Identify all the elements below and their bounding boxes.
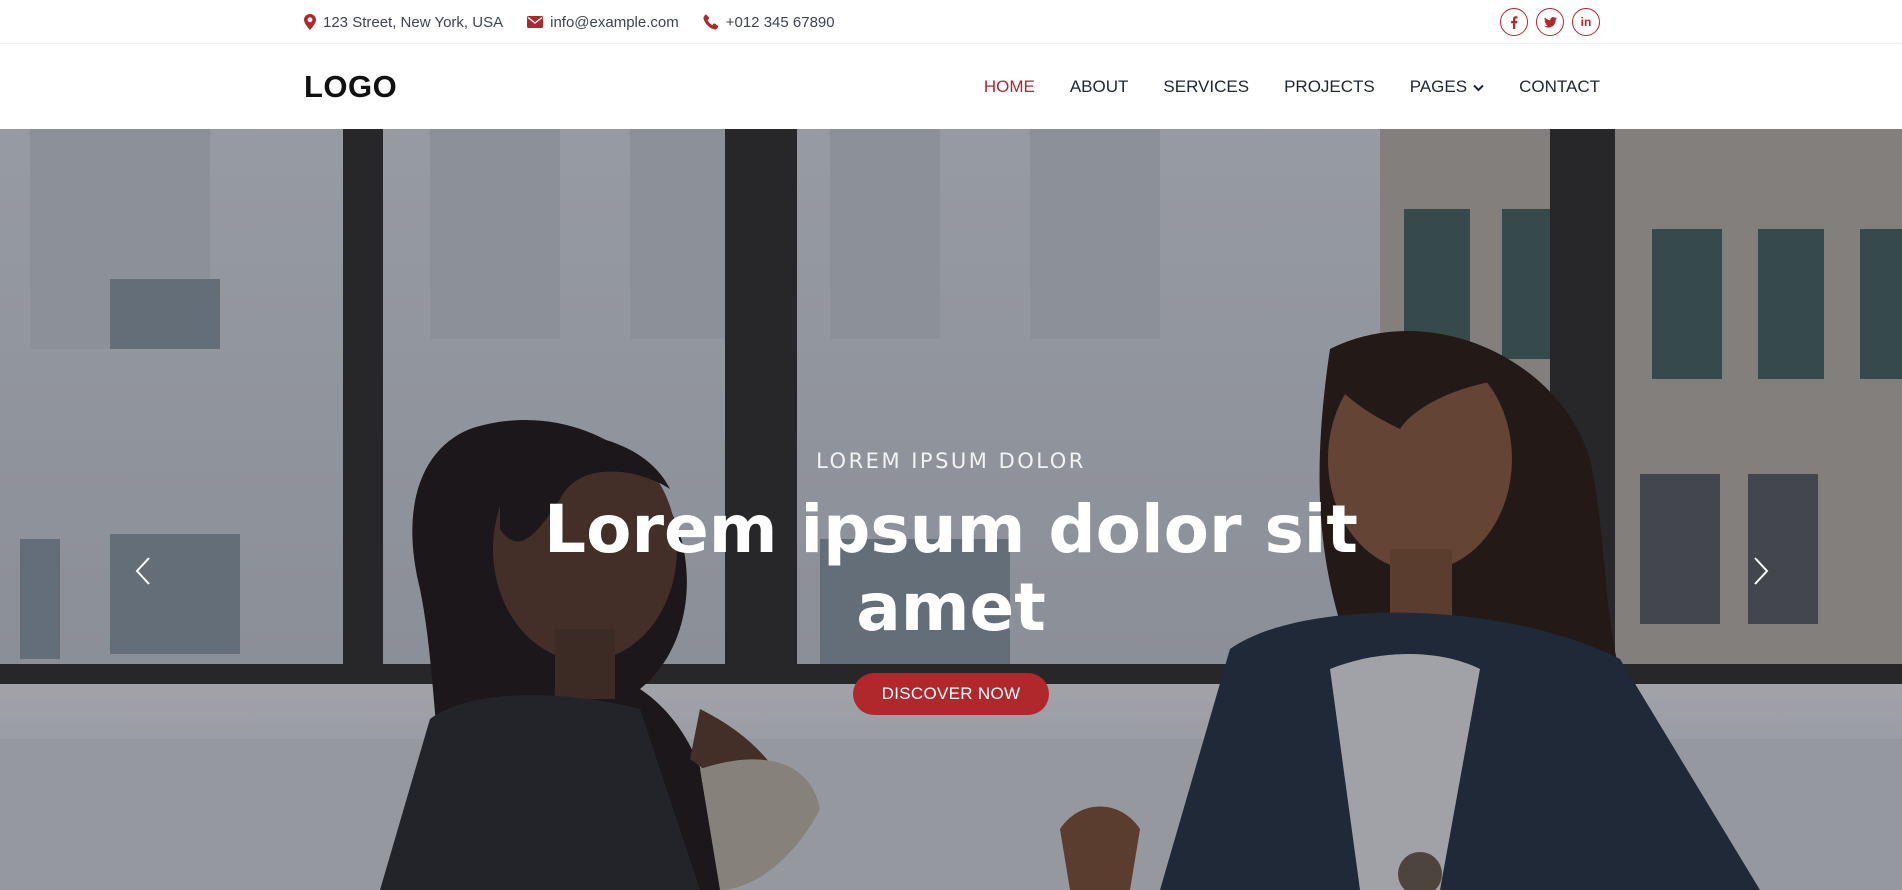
main-navbar: LOGO HOME ABOUT SERVICES PROJECTS PAGES … bbox=[0, 44, 1902, 129]
facebook-icon[interactable] bbox=[1500, 8, 1528, 36]
linkedin-glyph: in bbox=[1580, 15, 1592, 29]
nav-item-pages[interactable]: PAGES bbox=[1410, 77, 1484, 97]
hero-subtitle: LOREM IPSUM DOLOR bbox=[816, 449, 1086, 473]
linkedin-icon[interactable]: in bbox=[1572, 8, 1600, 36]
hero-content: LOREM IPSUM DOLOR Lorem ipsum dolor sit … bbox=[0, 449, 1902, 715]
nav-item-contact[interactable]: CONTACT bbox=[1519, 77, 1600, 97]
nav-item-services[interactable]: SERVICES bbox=[1163, 77, 1249, 97]
hero-title-line-1: Lorem ipsum dolor sit bbox=[544, 491, 1358, 568]
hero-title-line-2: amet bbox=[856, 569, 1046, 646]
phone-text: +012 345 67890 bbox=[725, 13, 835, 31]
top-info-bar: 123 Street, New York, USA info@example.c… bbox=[0, 0, 1902, 44]
hero-title: Lorem ipsum dolor sit amet bbox=[0, 491, 1902, 647]
email-text: info@example.com bbox=[550, 13, 679, 31]
email-item[interactable]: info@example.com bbox=[527, 14, 679, 31]
phone-icon bbox=[703, 14, 719, 30]
envelope-icon bbox=[527, 16, 544, 28]
site-logo[interactable]: LOGO bbox=[304, 69, 397, 105]
address-text: 123 Street, New York, USA bbox=[323, 13, 504, 31]
phone-item[interactable]: +012 345 67890 bbox=[703, 14, 835, 31]
chevron-down-icon bbox=[1473, 77, 1484, 97]
address-item: 123 Street, New York, USA bbox=[304, 14, 503, 31]
map-marker-icon bbox=[304, 14, 316, 30]
twitter-icon[interactable] bbox=[1536, 8, 1564, 36]
main-menu: HOME ABOUT SERVICES PROJECTS PAGES CONTA… bbox=[984, 77, 1600, 97]
nav-item-pages-label: PAGES bbox=[1409, 76, 1468, 96]
hero-carousel: LOREM IPSUM DOLOR Lorem ipsum dolor sit … bbox=[0, 129, 1902, 890]
contact-list: 123 Street, New York, USA info@example.c… bbox=[304, 14, 835, 31]
nav-item-projects[interactable]: PROJECTS bbox=[1284, 77, 1375, 97]
nav-item-about[interactable]: ABOUT bbox=[1070, 77, 1129, 97]
social-links: in bbox=[1500, 8, 1600, 36]
discover-now-button[interactable]: DISCOVER NOW bbox=[852, 673, 1050, 715]
nav-item-home[interactable]: HOME bbox=[984, 77, 1035, 97]
